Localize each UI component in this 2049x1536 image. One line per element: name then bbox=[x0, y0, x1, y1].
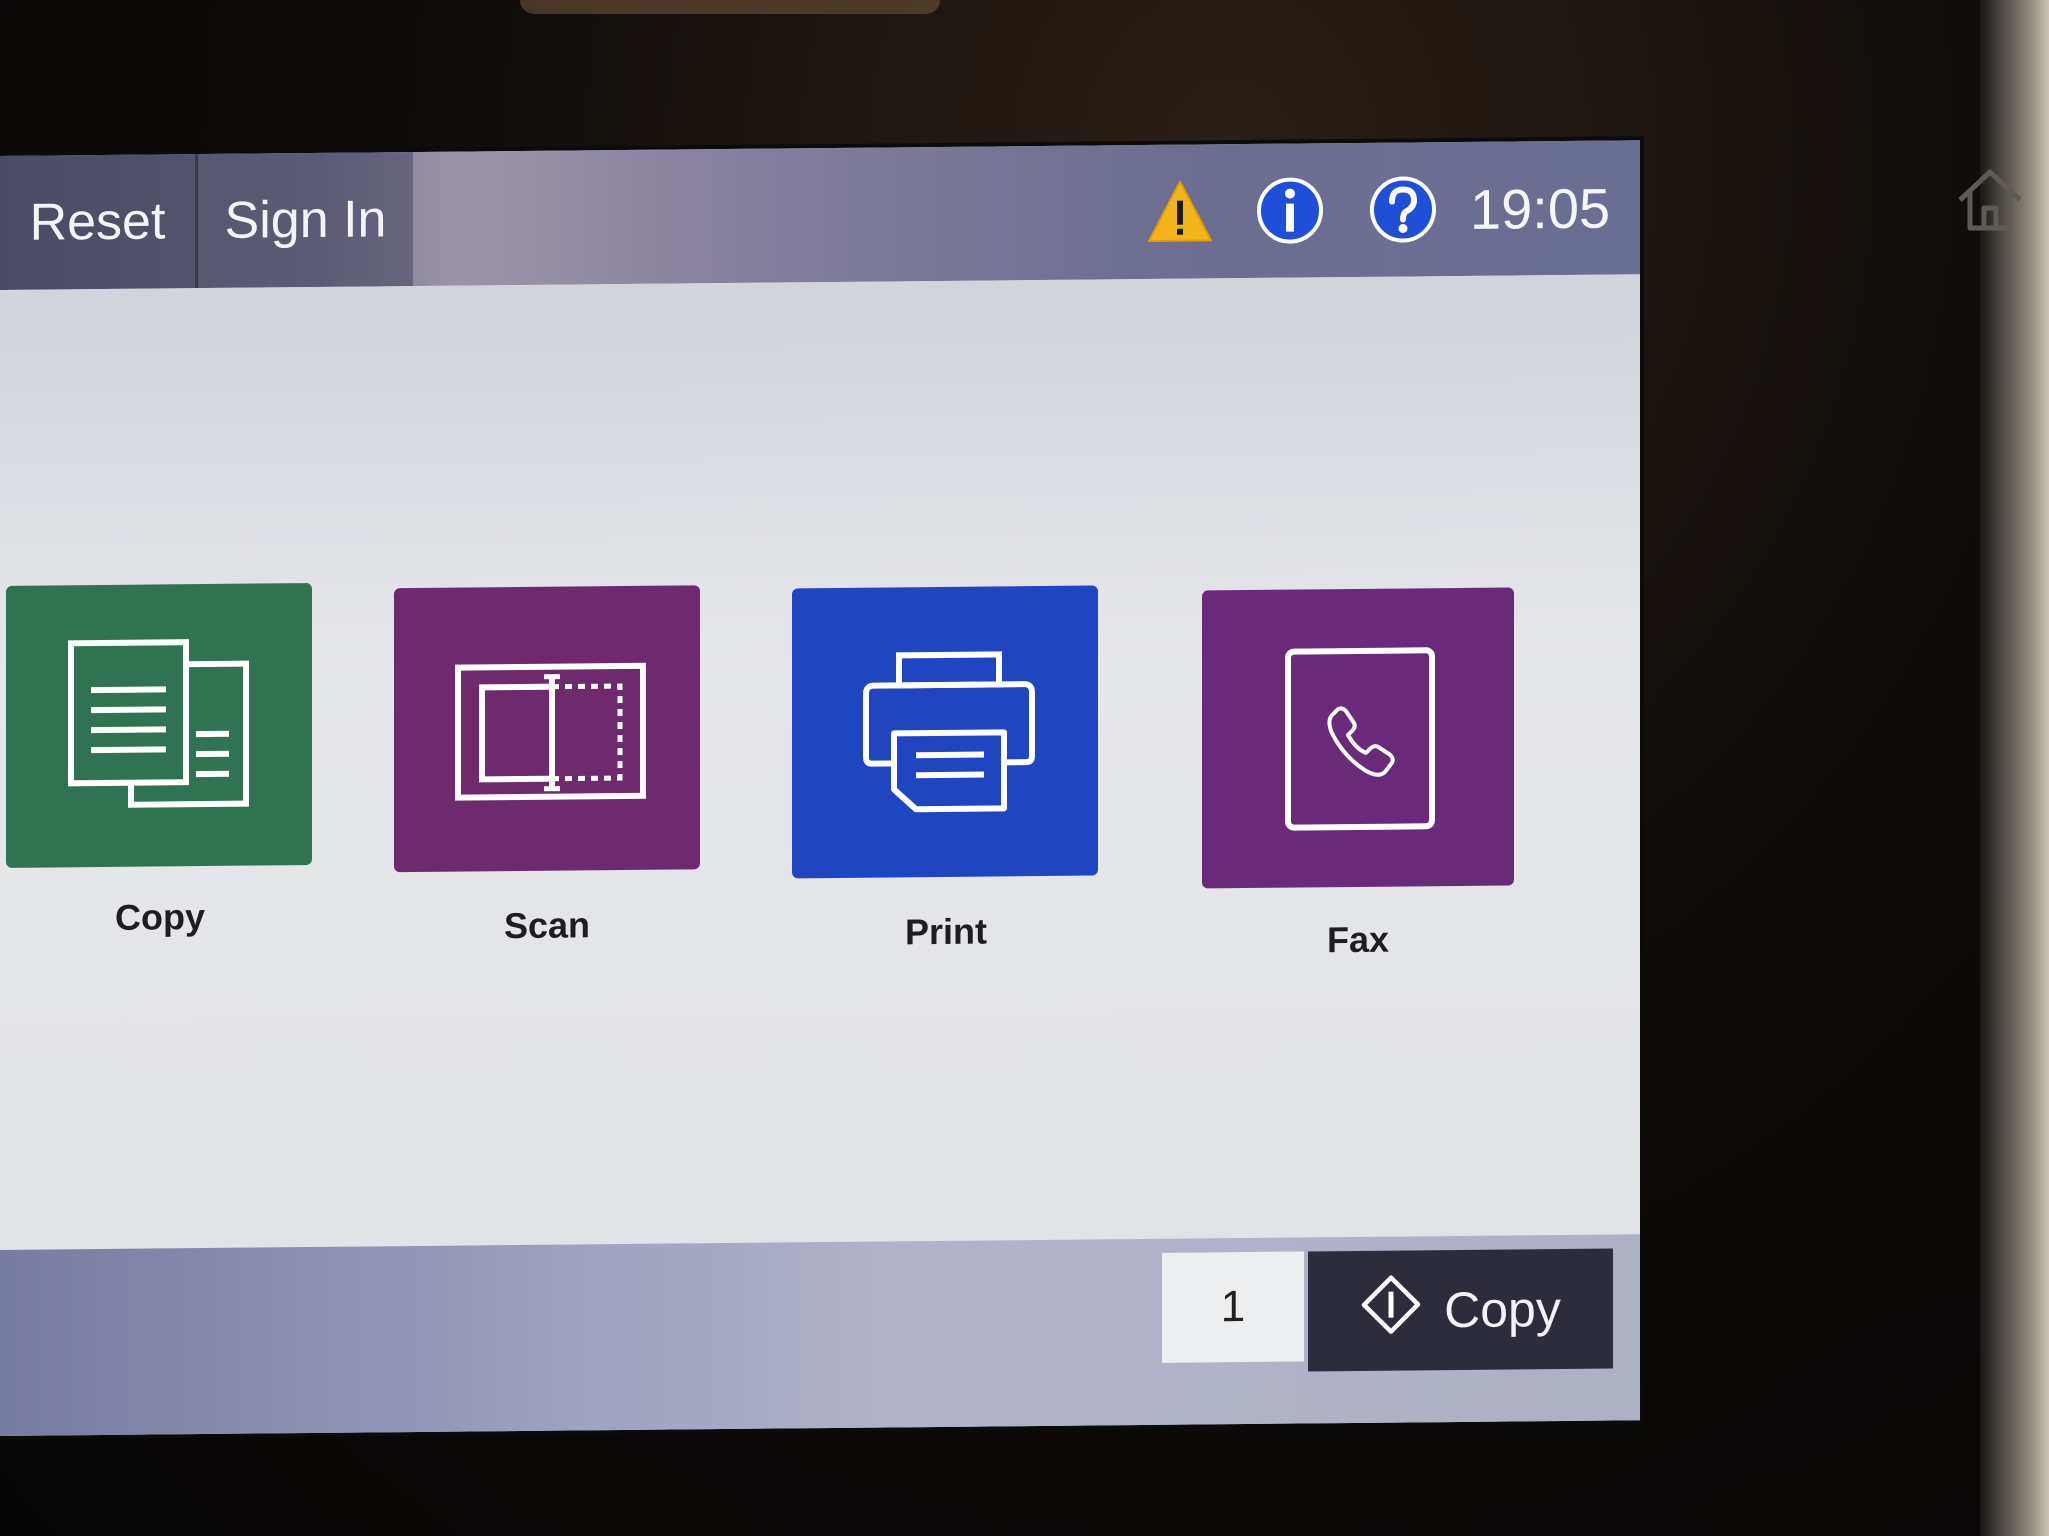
app-label-scan: Scan bbox=[503, 904, 591, 947]
start-diamond-icon bbox=[1360, 1273, 1422, 1348]
copies-count-field[interactable]: 1 bbox=[1162, 1251, 1304, 1363]
home-app-grid: Copy Scan Print Fax bbox=[0, 274, 1640, 1250]
help-icon[interactable] bbox=[1368, 174, 1438, 245]
fax-icon bbox=[1282, 644, 1442, 841]
clock: 19:05 bbox=[1470, 176, 1611, 241]
info-icon[interactable] bbox=[1255, 175, 1325, 246]
app-tile-scan[interactable]: Scan bbox=[394, 585, 700, 988]
app-tile-copy[interactable]: Copy bbox=[6, 583, 314, 986]
reset-button[interactable]: Reset bbox=[0, 154, 198, 290]
print-icon bbox=[854, 646, 1044, 823]
printer-touchscreen: Reset Sign In 19:05 Copy Scan Print Fax … bbox=[0, 140, 1640, 1437]
app-label-copy: Copy bbox=[115, 896, 205, 938]
start-copy-button[interactable]: Copy bbox=[1308, 1248, 1613, 1372]
app-label-print: Print bbox=[904, 910, 987, 953]
app-label-fax: Fax bbox=[1326, 918, 1390, 961]
scan-icon bbox=[452, 656, 652, 813]
top-bar: Reset Sign In 19:05 bbox=[0, 140, 1640, 290]
app-tile-fax[interactable]: Fax bbox=[1202, 587, 1514, 994]
copy-icon bbox=[61, 633, 261, 820]
home-icon[interactable] bbox=[1950, 160, 2030, 240]
sign-in-button[interactable]: Sign In bbox=[198, 152, 413, 289]
ceiling-light-reflection bbox=[520, 0, 940, 14]
app-tile-print[interactable]: Print bbox=[792, 585, 1100, 988]
start-copy-label: Copy bbox=[1444, 1281, 1561, 1339]
warning-icon[interactable] bbox=[1145, 176, 1215, 247]
